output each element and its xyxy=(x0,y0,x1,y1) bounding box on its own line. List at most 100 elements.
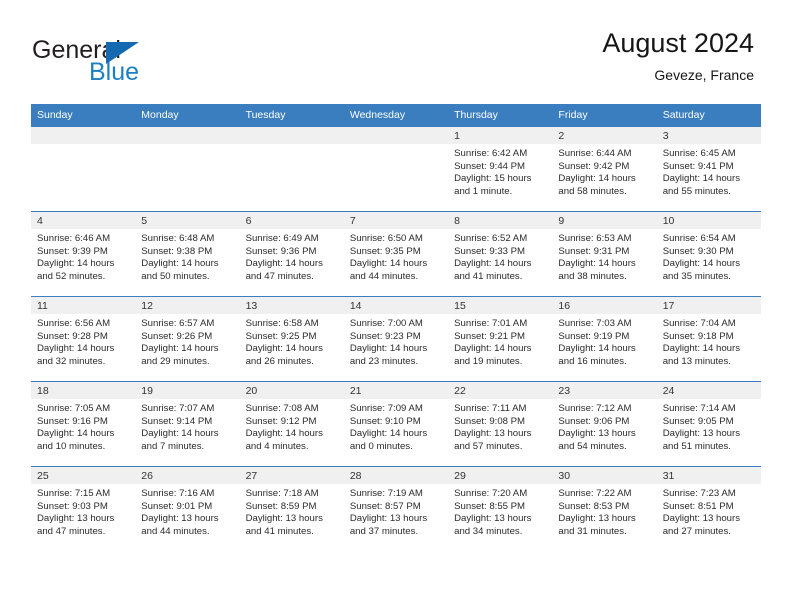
day-detail-daylight-line2: and 26 minutes. xyxy=(245,355,314,367)
calendar-day-cell[interactable]: 3 Sunrise: 6:45 AM Sunset: 9:41 PM Daylight… xyxy=(656,127,761,212)
calendar-day-cell[interactable]: 28 Sunrise: 7:19 AM Sunset: 8:57 PM Dayligh… xyxy=(343,466,449,551)
day-detail-daylight-line2: and 50 minutes. xyxy=(141,270,210,282)
day-detail-sunrise: Sunrise: 6:54 AM xyxy=(662,233,736,244)
day-detail-daylight-line1: Daylight: 14 hours xyxy=(37,343,115,355)
brand-logo[interactable]: General Blue xyxy=(32,36,262,92)
day-detail-sunset: Sunset: 9:35 PM xyxy=(349,245,421,257)
calendar-week-row: 4 Sunrise: 6:46 AM Sunset: 9:39 PM Daylight… xyxy=(31,211,761,297)
day-details: Sunrise: 7:03 AM Sunset: 9:19 PM Daylight:… xyxy=(552,314,656,368)
day-details: Sunrise: 6:42 AM Sunset: 9:44 PM Daylight:… xyxy=(448,144,552,198)
calendar-day-cell[interactable]: 7 Sunrise: 6:50 AM Sunset: 9:35 PM Daylight… xyxy=(343,211,449,297)
calendar-day-cell[interactable]: 26 Sunrise: 7:16 AM Sunset: 9:01 PM Dayligh… xyxy=(135,466,240,551)
day-detail-daylight-line1: Daylight: 13 hours xyxy=(662,428,741,440)
calendar-day-cell[interactable]: 8 Sunrise: 6:52 AM Sunset: 9:33 PM Daylight… xyxy=(448,211,553,297)
day-detail-daylight-line1: Daylight: 13 hours xyxy=(662,513,741,525)
day-details: Sunrise: 6:57 AM Sunset: 9:26 PM Daylight:… xyxy=(135,314,239,368)
calendar-day-cell[interactable]: 15 Sunrise: 7:01 AM Sunset: 9:21 PM Dayligh… xyxy=(448,296,553,382)
day-detail-sunrise: Sunrise: 7:16 AM xyxy=(141,488,215,499)
day-number: 16 xyxy=(552,297,657,314)
calendar-day-cell[interactable]: 16 Sunrise: 7:03 AM Sunset: 9:19 PM Dayligh… xyxy=(552,296,657,382)
day-detail-sunset: Sunset: 9:25 PM xyxy=(245,330,317,342)
day-detail-daylight-line1: Daylight: 14 hours xyxy=(558,343,636,355)
calendar-day-cell[interactable]: 1 Sunrise: 6:42 AM Sunset: 9:44 PM Daylight… xyxy=(448,127,553,212)
weekday-header-thursday: Thursday xyxy=(448,104,553,127)
day-detail-daylight-line1: Daylight: 14 hours xyxy=(245,258,323,270)
day-detail-sunset: Sunset: 9:14 PM xyxy=(141,415,213,427)
calendar-day-cell[interactable]: 19 Sunrise: 7:07 AM Sunset: 9:14 PM Dayligh… xyxy=(135,381,240,467)
day-number: 21 xyxy=(343,382,449,399)
calendar-day-cell[interactable]: 14 Sunrise: 7:00 AM Sunset: 9:23 PM Dayligh… xyxy=(343,296,449,382)
calendar-day-cell[interactable]: 23 Sunrise: 7:12 AM Sunset: 9:06 PM Dayligh… xyxy=(552,381,657,467)
day-number xyxy=(31,127,136,144)
day-cell-content: 4 Sunrise: 6:46 AM Sunset: 9:39 PM Daylight… xyxy=(31,212,136,296)
day-cell-content: 21 Sunrise: 7:09 AM Sunset: 9:10 PM Dayligh… xyxy=(343,382,449,466)
day-cell-content: 12 Sunrise: 6:57 AM Sunset: 9:26 PM Dayligh… xyxy=(135,297,240,381)
day-detail-sunrise: Sunrise: 6:56 AM xyxy=(37,318,111,329)
day-details: Sunrise: 7:05 AM Sunset: 9:16 PM Daylight:… xyxy=(31,399,135,453)
day-detail-daylight-line2: and 13 minutes. xyxy=(662,355,731,367)
calendar-day-cell[interactable]: 6 Sunrise: 6:49 AM Sunset: 9:36 PM Daylight… xyxy=(239,211,344,297)
day-number: 30 xyxy=(552,467,657,484)
page-subtitle-location: Geveze, France xyxy=(654,67,754,83)
day-detail-daylight-line1: Daylight: 14 hours xyxy=(37,428,115,440)
calendar-day-cell[interactable]: 29 Sunrise: 7:20 AM Sunset: 8:55 PM Dayligh… xyxy=(448,466,553,551)
day-details: Sunrise: 7:15 AM Sunset: 9:03 PM Daylight:… xyxy=(31,484,135,538)
calendar-day-cell[interactable]: 17 Sunrise: 7:04 AM Sunset: 9:18 PM Dayligh… xyxy=(656,296,761,382)
day-details: Sunrise: 7:11 AM Sunset: 9:08 PM Daylight:… xyxy=(448,399,552,453)
day-details: Sunrise: 6:53 AM Sunset: 9:31 PM Daylight:… xyxy=(552,229,656,283)
day-cell-content: 16 Sunrise: 7:03 AM Sunset: 9:19 PM Dayligh… xyxy=(552,297,657,381)
day-detail-daylight-line2: and 35 minutes. xyxy=(662,270,731,282)
day-detail-sunrise: Sunrise: 7:15 AM xyxy=(37,488,111,499)
day-detail-sunset: Sunset: 9:01 PM xyxy=(141,500,213,512)
day-cell-content: 5 Sunrise: 6:48 AM Sunset: 9:38 PM Daylight… xyxy=(135,212,240,296)
calendar-day-cell[interactable]: 22 Sunrise: 7:11 AM Sunset: 9:08 PM Dayligh… xyxy=(448,381,553,467)
day-details: Sunrise: 7:14 AM Sunset: 9:05 PM Daylight:… xyxy=(657,399,761,453)
day-detail-daylight-line1: Daylight: 14 hours xyxy=(349,343,428,355)
calendar-day-cell[interactable]: 30 Sunrise: 7:22 AM Sunset: 8:53 PM Dayligh… xyxy=(552,466,657,551)
day-detail-daylight-line1: Daylight: 13 hours xyxy=(245,513,323,525)
day-detail-daylight-line1: Daylight: 14 hours xyxy=(37,258,115,270)
day-cell-content: 9 Sunrise: 6:53 AM Sunset: 9:31 PM Daylight… xyxy=(552,212,657,296)
day-detail-daylight-line2: and 51 minutes. xyxy=(662,440,731,452)
calendar-day-cell[interactable]: 12 Sunrise: 6:57 AM Sunset: 9:26 PM Dayligh… xyxy=(135,296,240,382)
day-detail-sunset: Sunset: 9:42 PM xyxy=(558,160,630,172)
calendar-day-cell[interactable]: 25 Sunrise: 7:15 AM Sunset: 9:03 PM Dayligh… xyxy=(31,466,136,551)
day-details: Sunrise: 7:20 AM Sunset: 8:55 PM Daylight:… xyxy=(448,484,552,538)
day-cell-content: 24 Sunrise: 7:14 AM Sunset: 9:05 PM Dayligh… xyxy=(656,382,761,466)
day-number: 11 xyxy=(31,297,136,314)
day-cell-content: 6 Sunrise: 6:49 AM Sunset: 9:36 PM Daylight… xyxy=(239,212,344,296)
calendar-day-cell[interactable]: 21 Sunrise: 7:09 AM Sunset: 9:10 PM Dayligh… xyxy=(343,381,449,467)
calendar-day-cell[interactable]: 10 Sunrise: 6:54 AM Sunset: 9:30 PM Dayligh… xyxy=(656,211,761,297)
day-detail-sunrise: Sunrise: 6:45 AM xyxy=(662,148,736,159)
calendar-day-cell[interactable]: 24 Sunrise: 7:14 AM Sunset: 9:05 PM Dayligh… xyxy=(656,381,761,467)
day-detail-daylight-line1: Daylight: 14 hours xyxy=(141,428,219,440)
calendar-day-cell[interactable]: 4 Sunrise: 6:46 AM Sunset: 9:39 PM Daylight… xyxy=(31,211,136,297)
day-detail-daylight-line2: and 55 minutes. xyxy=(662,185,731,197)
calendar-day-cell[interactable]: 9 Sunrise: 6:53 AM Sunset: 9:31 PM Daylight… xyxy=(552,211,657,297)
day-number: 1 xyxy=(448,127,553,144)
calendar-day-cell[interactable]: 31 Sunrise: 7:23 AM Sunset: 8:51 PM Dayligh… xyxy=(656,466,761,551)
day-details: Sunrise: 7:04 AM Sunset: 9:18 PM Daylight:… xyxy=(657,314,761,368)
weekday-header-saturday: Saturday xyxy=(656,104,761,127)
day-details: Sunrise: 7:09 AM Sunset: 9:10 PM Daylight:… xyxy=(344,399,448,453)
calendar-day-cell[interactable]: 18 Sunrise: 7:05 AM Sunset: 9:16 PM Dayligh… xyxy=(31,381,136,467)
day-detail-sunset: Sunset: 9:26 PM xyxy=(141,330,213,342)
page-header: General Blue August 2024 Geveze, France xyxy=(0,0,792,104)
calendar-day-cell[interactable]: 27 Sunrise: 7:18 AM Sunset: 8:59 PM Dayligh… xyxy=(239,466,344,551)
day-details: Sunrise: 7:07 AM Sunset: 9:14 PM Daylight:… xyxy=(135,399,239,453)
day-details: Sunrise: 7:23 AM Sunset: 8:51 PM Daylight:… xyxy=(657,484,761,538)
day-details: Sunrise: 7:18 AM Sunset: 8:59 PM Daylight:… xyxy=(240,484,344,538)
calendar-day-cell[interactable]: 20 Sunrise: 7:08 AM Sunset: 9:12 PM Dayligh… xyxy=(239,381,344,467)
day-detail-daylight-line2: and 38 minutes. xyxy=(558,270,627,282)
calendar-day-cell[interactable]: 11 Sunrise: 6:56 AM Sunset: 9:28 PM Dayligh… xyxy=(31,296,136,382)
calendar-day-cell[interactable]: 5 Sunrise: 6:48 AM Sunset: 9:38 PM Daylight… xyxy=(135,211,240,297)
day-detail-sunset: Sunset: 8:51 PM xyxy=(662,500,734,512)
day-detail-sunset: Sunset: 8:59 PM xyxy=(245,500,317,512)
calendar-day-cell[interactable]: 2 Sunrise: 6:44 AM Sunset: 9:42 PM Daylight… xyxy=(552,127,657,212)
day-cell-content: 31 Sunrise: 7:23 AM Sunset: 8:51 PM Dayligh… xyxy=(656,467,761,551)
day-number xyxy=(239,127,344,144)
day-number: 15 xyxy=(448,297,553,314)
calendar-day-cell[interactable]: 13 Sunrise: 6:58 AM Sunset: 9:25 PM Dayligh… xyxy=(239,296,344,382)
day-detail-sunrise: Sunrise: 6:44 AM xyxy=(558,148,632,159)
day-cell-content: 30 Sunrise: 7:22 AM Sunset: 8:53 PM Dayligh… xyxy=(552,467,657,551)
